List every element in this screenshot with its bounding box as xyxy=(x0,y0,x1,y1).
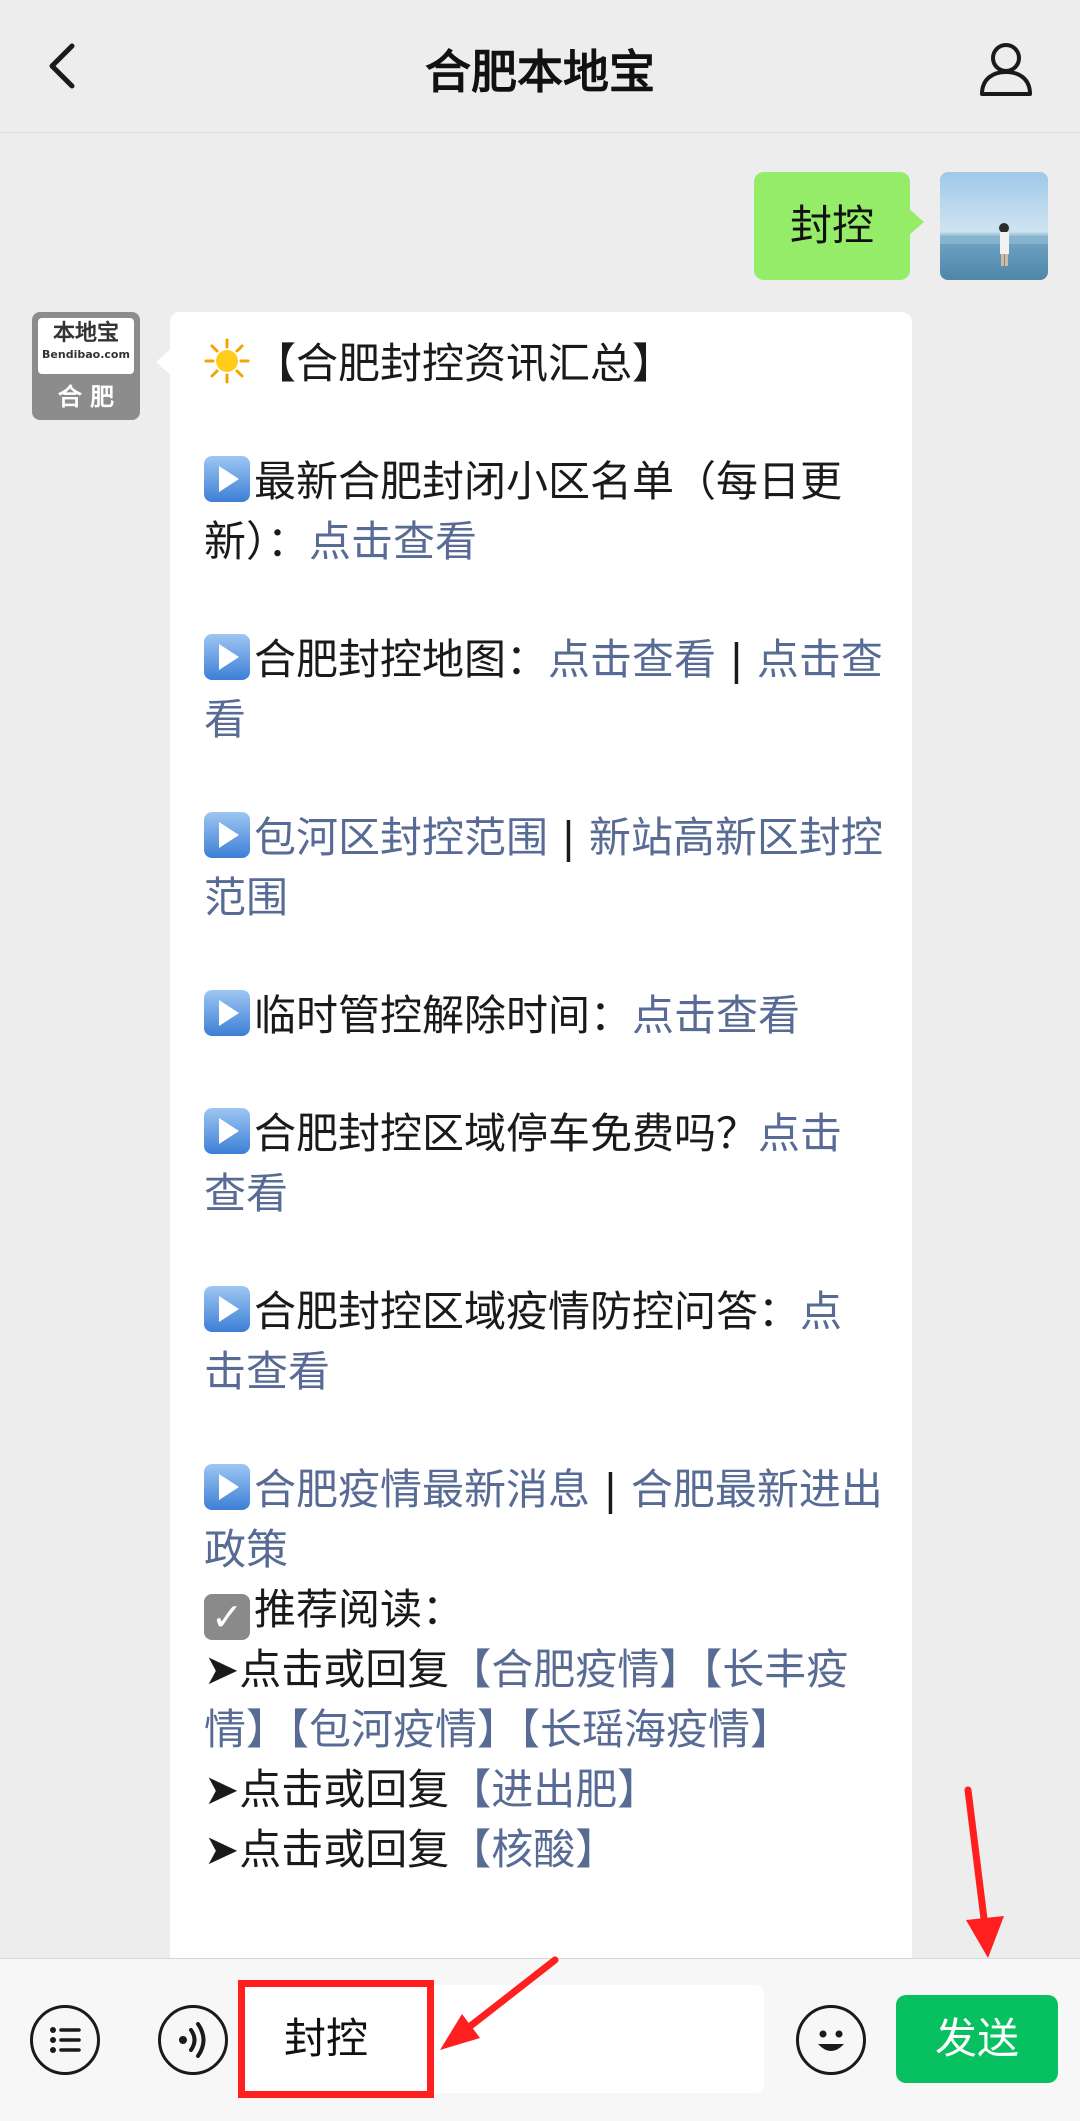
emoji-button[interactable] xyxy=(796,2005,866,2075)
received-message-bubble: 【合肥封控资讯汇总】 最新合肥封闭小区名单（每日更新）：点击查看 合肥封控地图：… xyxy=(156,312,912,2012)
message-item: 合肥封控地图：点击查看 | 点击查看 xyxy=(204,634,883,744)
link-hefei-epidemic[interactable]: 【合肥疫情】 xyxy=(449,1645,701,1694)
message-item: 临时管控解除时间：点击查看 xyxy=(204,986,884,1046)
link-view[interactable]: 点击查看 xyxy=(632,991,800,1040)
emoji-icon xyxy=(818,2030,844,2051)
message-title-line: 【合肥封控资讯汇总】 xyxy=(204,334,884,394)
voice-icon xyxy=(179,2022,206,2058)
input-bar: 封控 发送 xyxy=(0,1958,1080,2121)
play-icon xyxy=(204,1286,250,1332)
send-button[interactable]: 发送 xyxy=(896,1995,1058,2083)
voice-button[interactable] xyxy=(158,2005,228,2075)
recommend-item: ➤点击或回复【核酸】 xyxy=(204,1825,618,1874)
link-view[interactable]: 点击查看 xyxy=(548,635,716,684)
play-icon xyxy=(204,1464,250,1510)
avatar-city-text: 合 肥 xyxy=(57,383,115,411)
menu-icon xyxy=(50,2027,81,2053)
avatar-url-text: Bendibao.com xyxy=(42,348,130,361)
sent-message-bubble[interactable]: 封控 xyxy=(754,172,924,280)
link-baohe-epidemic[interactable]: 【包河疫情】 xyxy=(288,1705,519,1754)
chat-title: 合肥本地宝 xyxy=(425,45,655,99)
check-icon: ✓ xyxy=(204,1594,250,1640)
message-item: 最新合肥封闭小区名单（每日更新）：点击查看 xyxy=(204,456,843,566)
link-latest-news[interactable]: 合肥疫情最新消息 xyxy=(254,1465,590,1514)
user-avatar[interactable] xyxy=(940,172,1048,280)
play-icon xyxy=(204,990,250,1036)
link-entry-exit[interactable]: 【进出肥】 xyxy=(449,1765,659,1814)
play-icon xyxy=(204,634,250,680)
play-icon xyxy=(204,1108,250,1154)
beach-photo xyxy=(940,172,1048,280)
official-account-avatar[interactable]: 本地宝 Bendibao.com 合 肥 xyxy=(32,312,140,420)
annotation-highlight-box xyxy=(238,1980,434,2098)
message-content: 【合肥封控资讯汇总】 最新合肥封闭小区名单（每日更新）：点击查看 合肥封控地图：… xyxy=(204,334,884,1880)
menu-button[interactable] xyxy=(30,2005,100,2075)
message-title: 【合肥封控资讯汇总】 xyxy=(254,339,675,388)
message-item: 合肥疫情最新消息 | 合肥最新进出政策 xyxy=(204,1464,883,1574)
sun-icon xyxy=(204,338,250,384)
chat-header: 合肥本地宝 xyxy=(0,0,1080,133)
message-item: 包河区封控范围 | 新站高新区封控范围 xyxy=(204,812,883,922)
recommend-item: ➤点击或回复【进出肥】 xyxy=(204,1765,660,1814)
link-baohe-scope[interactable]: 包河区封控范围 xyxy=(254,813,548,862)
message-item: 合肥封控区域停车免费吗？点击查看 xyxy=(204,1108,843,1218)
profile-icon[interactable] xyxy=(976,38,1036,98)
avatar-brand-text: 本地宝 xyxy=(52,320,119,346)
play-icon xyxy=(204,812,250,858)
recommend-item: ➤点击或回复【合肥疫情】【长丰疫情】【包河疫情】【长瑶海疫情】 xyxy=(204,1645,849,1754)
message-item: 合肥封控区域疫情防控问答：点击查看 xyxy=(204,1286,843,1396)
link-nucleic-acid[interactable]: 【核酸】 xyxy=(449,1825,617,1874)
link-yaohai-epidemic[interactable]: 【长瑶海疫情】 xyxy=(519,1705,792,1754)
recommend-heading: ✓ 推荐阅读： xyxy=(204,1580,884,1640)
play-icon xyxy=(204,456,250,502)
annotation-arrow-to-send xyxy=(964,1786,990,1939)
link-view[interactable]: 点击查看 xyxy=(309,517,477,566)
